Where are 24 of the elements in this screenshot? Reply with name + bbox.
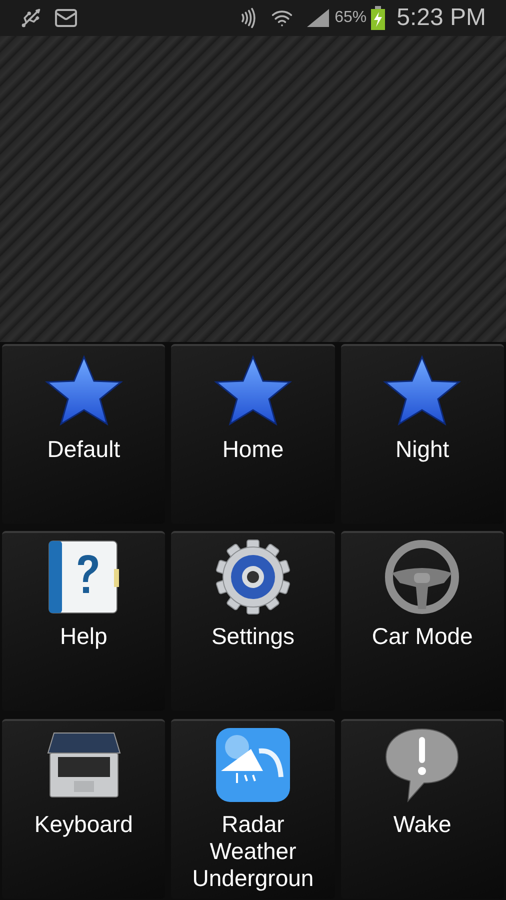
gear-icon: [214, 538, 292, 616]
star-icon: [44, 354, 124, 426]
help-book-icon: [46, 539, 122, 616]
laptop-icon: [46, 730, 122, 799]
steering-wheel-icon: [384, 539, 460, 616]
signal-icon: [304, 7, 331, 29]
star-icon: [382, 354, 462, 426]
tile-label: Keyboard: [34, 810, 133, 838]
alert-bubble-icon: [384, 726, 460, 803]
tile-label: Night: [395, 436, 450, 463]
clock-time: 5:23 PM: [396, 3, 486, 33]
battery-percent: 65%: [334, 8, 367, 28]
battery-charging-icon: [370, 6, 385, 30]
weather-app-icon: [214, 726, 291, 803]
usb-icon: [20, 7, 42, 29]
tile-label: Home: [222, 436, 284, 463]
tile-label: Default: [47, 436, 120, 463]
tile-label: Wake: [393, 810, 452, 838]
tile-label: Settings: [211, 623, 295, 650]
tile-label: Car Mode: [372, 623, 473, 650]
tile-label: Help: [60, 623, 108, 650]
tile-label: Radar Weather Undergroun: [191, 810, 315, 892]
mail-icon: [54, 6, 78, 30]
star-icon: [212, 354, 293, 426]
